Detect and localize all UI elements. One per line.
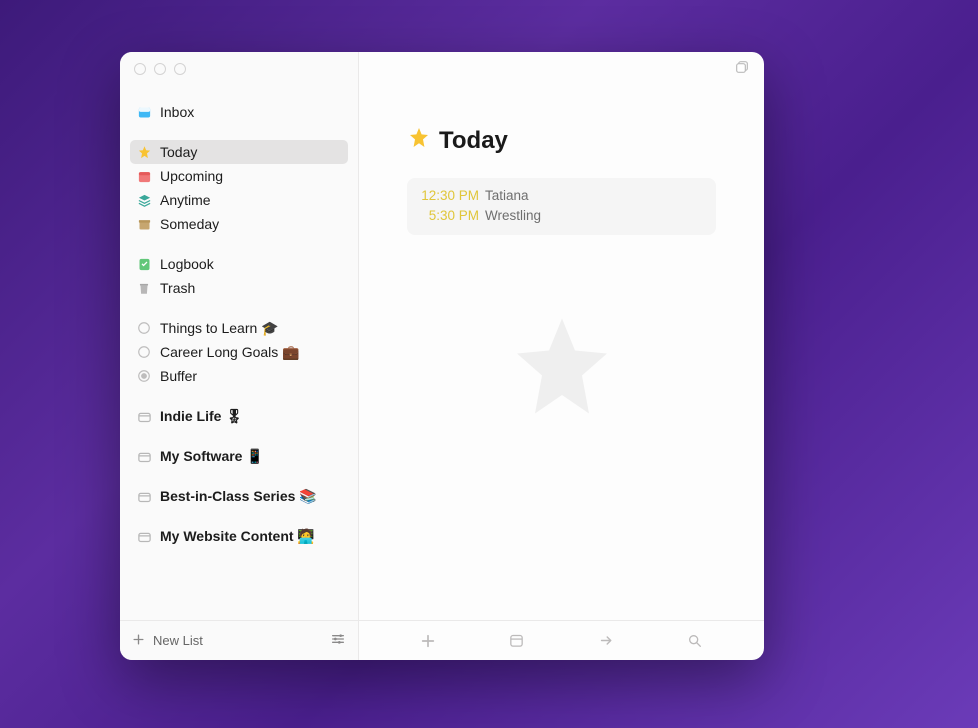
new-todo-button[interactable] [413, 626, 443, 656]
project-progress-icon [136, 320, 152, 336]
event-title: Tatiana [485, 186, 529, 206]
sidebar-item-today[interactable]: Today [130, 140, 348, 164]
minimize-window-button[interactable] [154, 63, 166, 75]
sidebar-item-label: Upcoming [160, 168, 223, 184]
sidebar-item-label: Career Long Goals 💼 [160, 344, 300, 361]
close-window-button[interactable] [134, 63, 146, 75]
new-list-button[interactable]: New List [132, 633, 203, 649]
watermark-star-icon [502, 308, 622, 433]
new-window-icon[interactable] [734, 59, 750, 80]
calendar-button[interactable] [502, 626, 532, 656]
sidebar-item-project[interactable]: Career Long Goals 💼 [130, 340, 348, 364]
sidebar-item-label: My Website Content 🧑‍💻 [160, 528, 315, 545]
sidebar-item-anytime[interactable]: Anytime [130, 188, 348, 212]
sidebar-nav: Inbox Today Upcoming Anytime [120, 86, 358, 620]
sidebar-item-label: Today [160, 144, 197, 160]
main-toolbar [359, 620, 764, 660]
stack-icon [136, 192, 152, 208]
sidebar-item-label: Things to Learn 🎓 [160, 320, 279, 337]
app-window: Inbox Today Upcoming Anytime [120, 52, 764, 660]
sidebar-item-upcoming[interactable]: Upcoming [130, 164, 348, 188]
sidebar-item-label: Best-in-Class Series 📚 [160, 488, 317, 505]
project-progress-icon [136, 368, 152, 384]
window-controls [120, 52, 358, 86]
sidebar-item-someday[interactable]: Someday [130, 212, 348, 236]
sidebar-item-area[interactable]: My Website Content 🧑‍💻 [130, 524, 348, 548]
sidebar-item-trash[interactable]: Trash [130, 276, 348, 300]
star-icon [407, 126, 431, 156]
area-icon [136, 448, 152, 464]
sidebar-item-area[interactable]: My Software 📱 [130, 444, 348, 468]
main-panel: Today 12:30 PM Tatiana 5:30 PM Wrestling [359, 52, 764, 660]
logbook-icon [136, 256, 152, 272]
new-list-label: New List [153, 633, 203, 648]
sidebar: Inbox Today Upcoming Anytime [120, 52, 359, 660]
main-titlebar [359, 52, 764, 86]
page-heading: Today [407, 126, 716, 156]
today-events-card[interactable]: 12:30 PM Tatiana 5:30 PM Wrestling [407, 178, 716, 235]
sidebar-item-area[interactable]: Best-in-Class Series 📚 [130, 484, 348, 508]
area-icon [136, 488, 152, 504]
area-icon [136, 408, 152, 424]
sidebar-item-label: Someday [160, 216, 219, 232]
event-row: 12:30 PM Tatiana [421, 186, 702, 206]
event-title: Wrestling [485, 206, 541, 226]
event-row: 5:30 PM Wrestling [421, 206, 702, 226]
sidebar-item-label: Anytime [160, 192, 211, 208]
box-icon [136, 216, 152, 232]
calendar-icon [136, 168, 152, 184]
sidebar-item-project[interactable]: Things to Learn 🎓 [130, 316, 348, 340]
settings-icon[interactable] [330, 631, 346, 650]
sidebar-item-label: Trash [160, 280, 195, 296]
event-time: 5:30 PM [421, 206, 479, 226]
sidebar-item-label: Buffer [160, 368, 197, 384]
plus-icon [132, 633, 145, 649]
page-title: Today [439, 127, 508, 155]
sidebar-item-label: My Software 📱 [160, 448, 264, 465]
inbox-icon [136, 104, 152, 120]
sidebar-item-logbook[interactable]: Logbook [130, 252, 348, 276]
sidebar-item-label: Inbox [160, 104, 194, 120]
sidebar-item-area[interactable]: Indie Life 🎖 [130, 404, 348, 428]
sidebar-footer: New List [120, 620, 358, 660]
event-time: 12:30 PM [421, 186, 479, 206]
sidebar-item-project[interactable]: Buffer [130, 364, 348, 388]
move-button[interactable] [591, 626, 621, 656]
search-button[interactable] [680, 626, 710, 656]
star-icon [136, 144, 152, 160]
trash-icon [136, 280, 152, 296]
sidebar-item-label: Indie Life 🎖 [160, 408, 243, 425]
sidebar-item-inbox[interactable]: Inbox [130, 100, 348, 124]
main-content: Today 12:30 PM Tatiana 5:30 PM Wrestling [359, 86, 764, 620]
sidebar-item-label: Logbook [160, 256, 214, 272]
project-progress-icon [136, 344, 152, 360]
area-icon [136, 528, 152, 544]
zoom-window-button[interactable] [174, 63, 186, 75]
